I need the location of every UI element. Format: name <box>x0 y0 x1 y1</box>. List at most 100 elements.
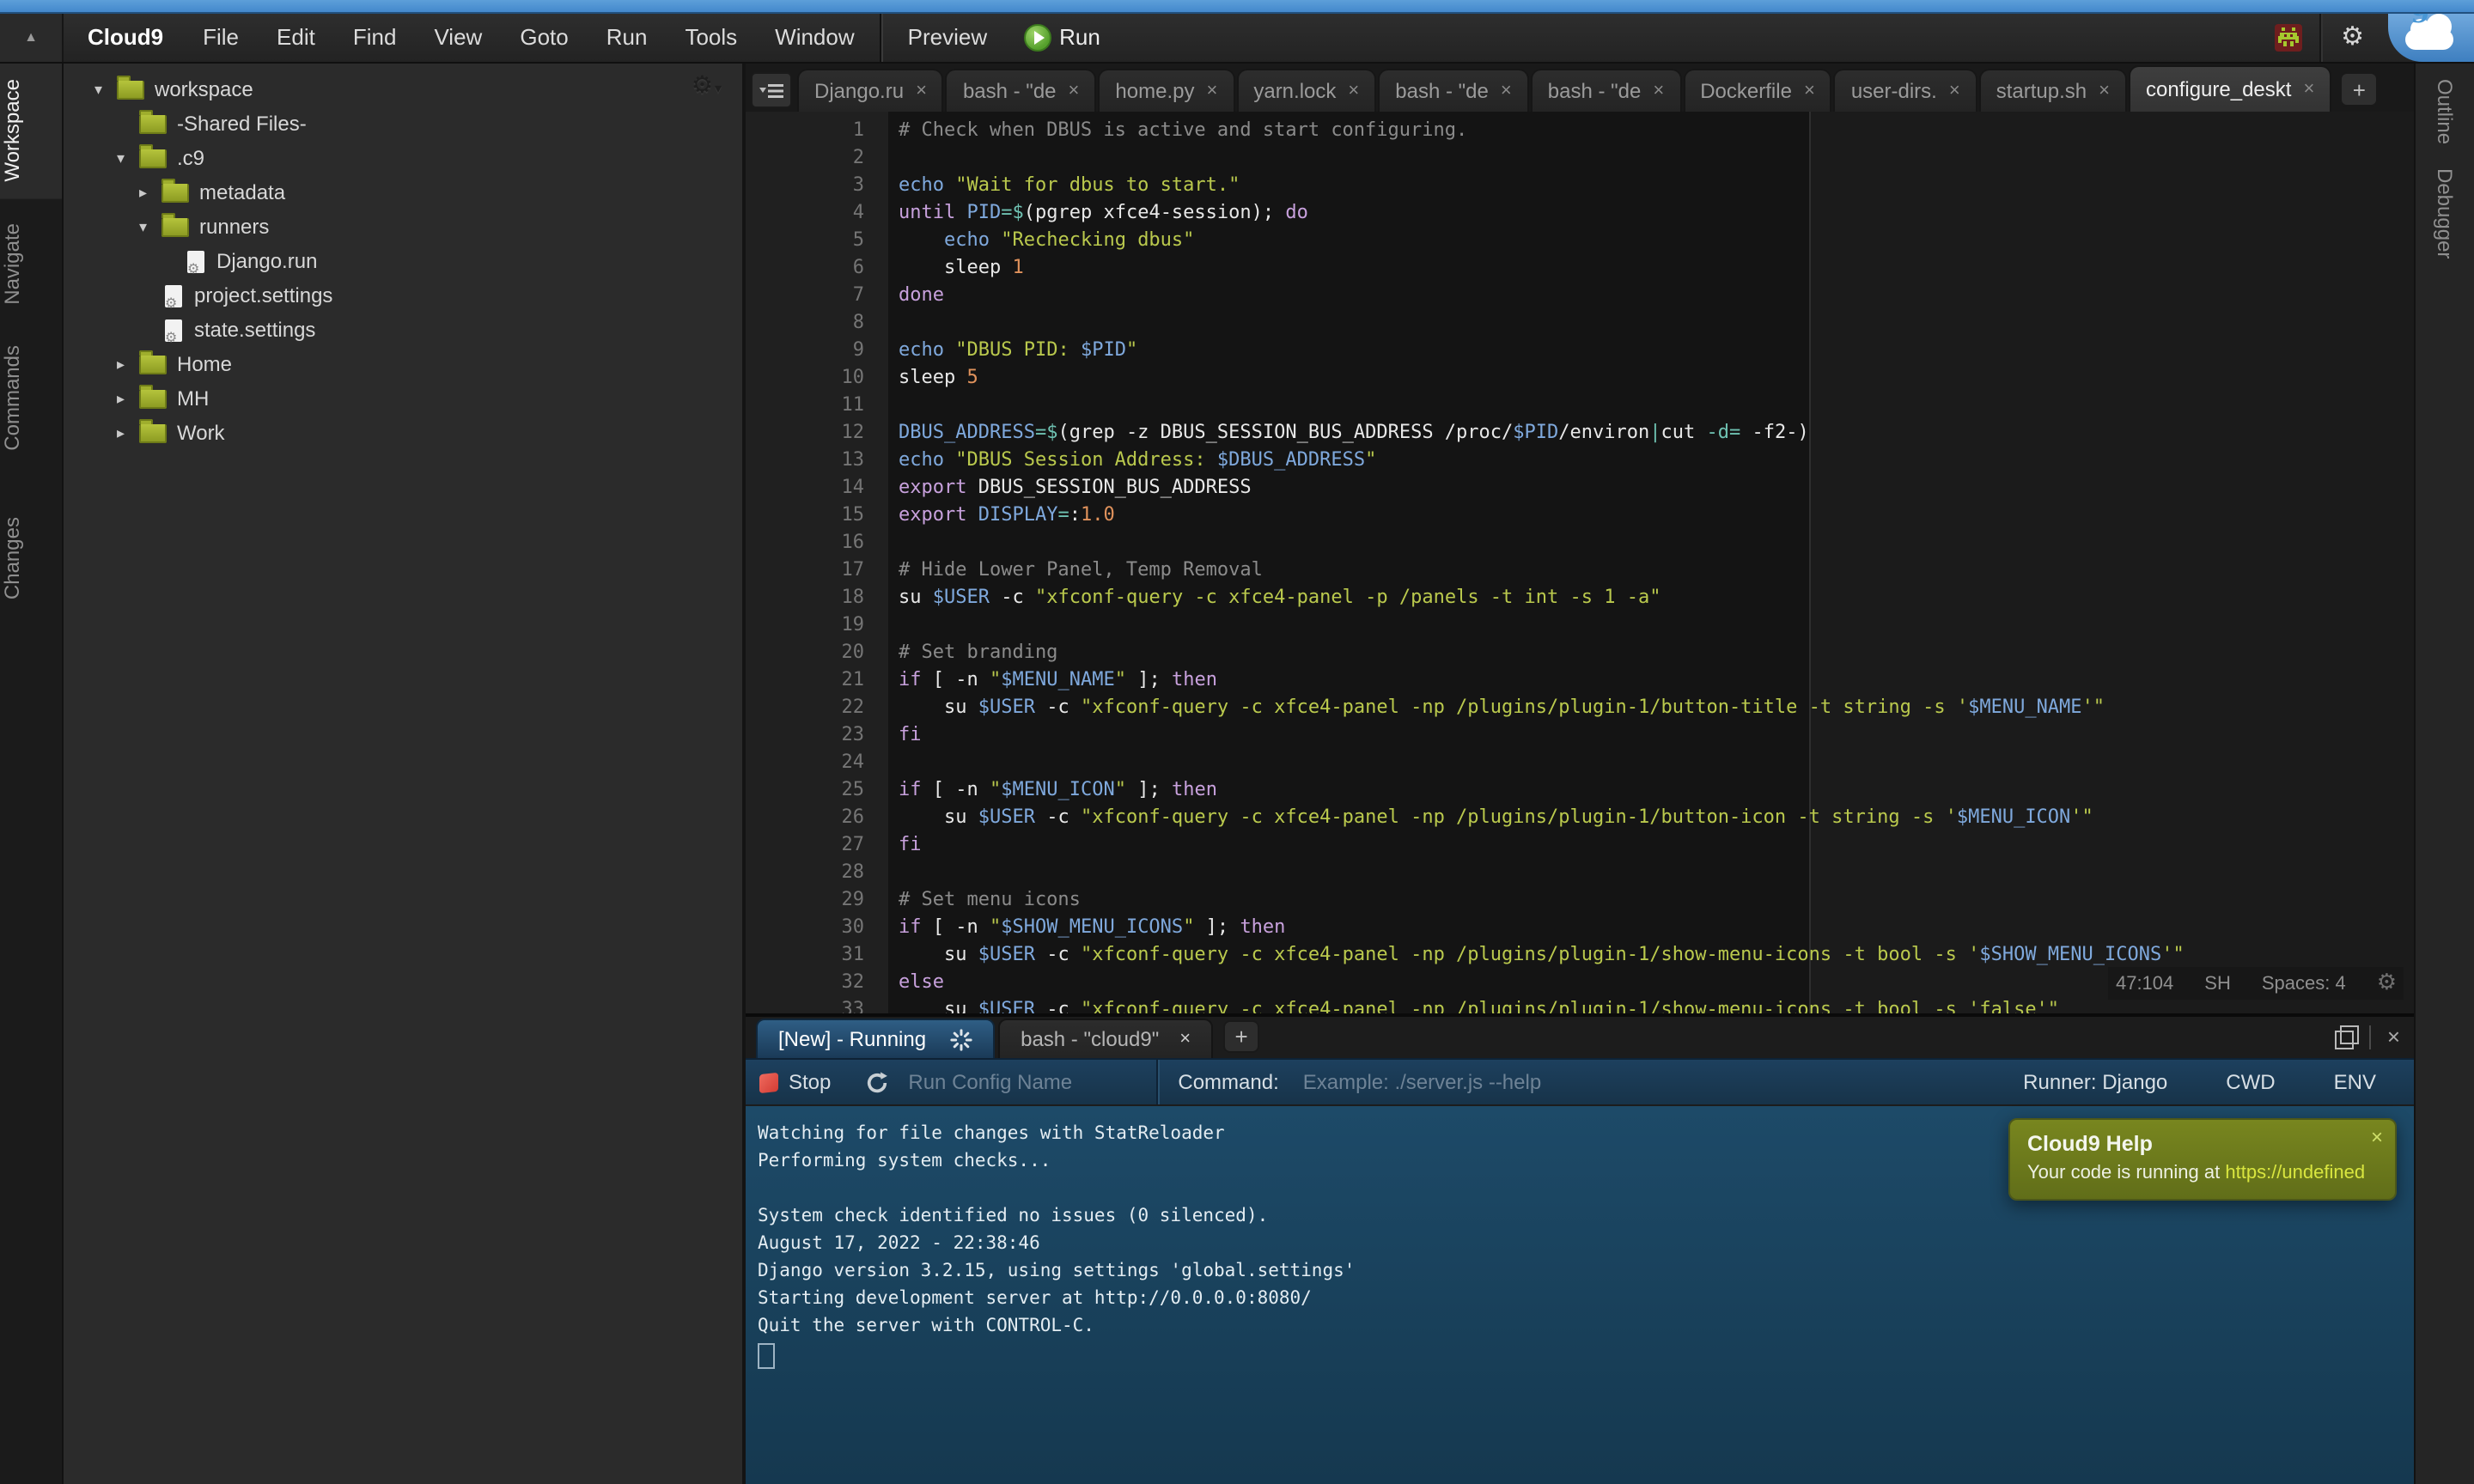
close-tab-icon[interactable]: × <box>1804 81 1815 101</box>
console-tab-new-running[interactable]: [New] - Running <box>756 1019 995 1058</box>
close-tab-icon[interactable]: × <box>1653 81 1664 101</box>
maximize-panel-icon[interactable] <box>2336 1030 2355 1049</box>
expand-arrow-icon[interactable]: ▸ <box>117 389 139 408</box>
expand-arrow-icon[interactable]: ▾ <box>94 80 117 99</box>
indent-setting[interactable]: Spaces: 4 <box>2262 973 2346 994</box>
tree-item-runners[interactable]: ▾runners <box>62 210 742 244</box>
close-tab-icon[interactable]: × <box>2303 79 2314 100</box>
command-label: Command: <box>1178 1070 1278 1094</box>
editor-tab-yarn-lock[interactable]: yarn.lock× <box>1236 69 1376 112</box>
editor-tab-bash-de[interactable]: bash - "de× <box>1378 69 1528 112</box>
editor-tab-dockerfile[interactable]: Dockerfile× <box>1683 69 1832 112</box>
tree-item-project-settings[interactable]: ⚙project.settings <box>62 278 742 313</box>
sidebar-tab-commands[interactable]: Commands <box>0 328 62 468</box>
editor-tab-django-ru[interactable]: Django.ru× <box>797 69 944 112</box>
settings-gear-icon[interactable]: ⚙ <box>2319 12 2385 62</box>
close-tab-icon[interactable]: × <box>1348 81 1359 101</box>
new-tab-button[interactable]: + <box>2340 72 2378 106</box>
editor-tab-configure-deskt[interactable]: configure_deskt× <box>2129 65 2331 112</box>
tree-item-home[interactable]: ▸Home <box>62 347 742 381</box>
sidebar-tab-navigate[interactable]: Navigate <box>0 206 62 322</box>
editor-tab-home-py[interactable]: home.py× <box>1098 69 1234 112</box>
line-number: 17 <box>746 556 888 584</box>
console-tab-label: [New] - Running <box>778 1027 926 1051</box>
restart-icon[interactable] <box>865 1071 887 1093</box>
panel-settings-gear-icon[interactable]: ⚙▾ <box>692 72 722 100</box>
stop-icon <box>759 1072 778 1092</box>
expand-arrow-icon[interactable]: ▸ <box>117 355 139 374</box>
help-popup-close-icon[interactable]: × <box>2371 1125 2383 1149</box>
menu-item-edit[interactable]: Edit <box>258 12 334 62</box>
debugger-bug-icon[interactable] <box>2274 23 2301 51</box>
console-new-tab-button[interactable]: + <box>1223 1020 1259 1053</box>
code-line: echo "Wait for dbus to start." <box>888 172 2414 199</box>
runner-selector[interactable]: Runner: Django <box>2023 1070 2167 1094</box>
editor-tab-bash-de[interactable]: bash - "de× <box>946 69 1096 112</box>
menu-item-run[interactable]: Run <box>588 12 667 62</box>
tree-item-work[interactable]: ▸Work <box>62 416 742 450</box>
sidebar-tab-workspace[interactable]: Workspace <box>0 62 62 199</box>
menu-item-file[interactable]: File <box>184 12 258 62</box>
sidebar-tab-changes[interactable]: Changes <box>0 499 62 616</box>
tree-item-shared-files[interactable]: -Shared Files- <box>62 106 742 141</box>
right-rail-tab-debugger[interactable]: Debugger <box>2433 168 2457 258</box>
editor-tab-bash-de[interactable]: bash - "de× <box>1531 69 1681 112</box>
run-button[interactable]: Run <box>1006 23 1118 51</box>
expand-arrow-icon[interactable]: ▸ <box>139 183 161 202</box>
console-tab-label: bash - "cloud9" <box>1021 1027 1159 1051</box>
terminal-line: Django version 3.2.15, using settings 'g… <box>758 1257 2414 1285</box>
right-rail-tab-outline[interactable]: Outline <box>2433 79 2457 144</box>
cursor-position[interactable]: 47:104 <box>2116 973 2173 994</box>
menu-item-tools[interactable]: Tools <box>666 12 756 62</box>
tab-list-button[interactable] <box>751 72 792 108</box>
status-gear-icon[interactable]: ⚙ <box>2377 970 2397 996</box>
code-line: echo "Rechecking dbus" <box>888 227 2414 254</box>
tree-item-metadata[interactable]: ▸metadata <box>62 175 742 210</box>
env-button[interactable]: ENV <box>2334 1070 2376 1094</box>
gutter[interactable]: 1234567891011121314151617181920212223242… <box>746 112 888 1013</box>
running-url-link[interactable]: https://undefined <box>2225 1163 2365 1183</box>
folder-icon <box>139 355 167 374</box>
expand-arrow-icon[interactable]: ▾ <box>139 217 161 236</box>
tree-item-state-settings[interactable]: ⚙state.settings <box>62 313 742 347</box>
tree-item-mh[interactable]: ▸MH <box>62 381 742 416</box>
run-config-input[interactable] <box>905 1068 1135 1096</box>
close-tab-icon[interactable]: × <box>2099 81 2110 101</box>
command-input[interactable] <box>1300 1068 1650 1096</box>
editor-tab-label: user-dirs. <box>1851 79 1937 103</box>
close-tab-icon[interactable]: × <box>1069 81 1080 101</box>
close-tab-icon[interactable]: × <box>916 81 927 101</box>
close-tab-icon[interactable]: × <box>1501 81 1512 101</box>
menu-item-window[interactable]: Window <box>756 12 874 62</box>
cwd-button[interactable]: CWD <box>2226 1070 2275 1094</box>
tree-item-django-run[interactable]: ⚙Django.run <box>62 244 742 278</box>
tree-item-c9[interactable]: ▾ .c9 <box>62 141 742 175</box>
stop-button[interactable]: Stop <box>746 1070 848 1094</box>
tree-item-label: .c9 <box>177 146 204 170</box>
collapse-menubar-button[interactable]: ▲ <box>0 12 64 62</box>
close-tab-icon[interactable]: × <box>1179 1029 1191 1049</box>
close-tab-icon[interactable]: × <box>1949 81 1960 101</box>
console-tab-bash-cloud9[interactable]: bash - "cloud9" × <box>998 1019 1213 1058</box>
tree-item-workspace[interactable]: ▾workspace <box>62 72 742 106</box>
close-panel-icon[interactable]: × <box>2387 1024 2400 1049</box>
expand-arrow-icon[interactable]: ▸ <box>117 423 139 442</box>
expand-arrow-icon[interactable]: ▾ <box>117 149 139 167</box>
file-icon: ⚙ <box>165 284 182 307</box>
close-tab-icon[interactable]: × <box>1206 81 1217 101</box>
syntax-mode[interactable]: SH <box>2204 973 2231 994</box>
editor-tab-user-dirs[interactable]: user-dirs. × <box>1834 69 1977 112</box>
menu-item-find[interactable]: Find <box>334 12 416 62</box>
menu-item-view[interactable]: View <box>415 12 501 62</box>
preview-button[interactable]: Preview <box>889 12 1007 62</box>
code-editor[interactable]: 1234567891011121314151617181920212223242… <box>746 112 2414 1013</box>
menu-cloud9[interactable]: Cloud9 <box>64 24 184 50</box>
code-pane[interactable]: # Check when DBUS is active and start co… <box>888 112 2414 1013</box>
code-line: if [ -n "$MENU_ICON" ]; then <box>888 776 2414 804</box>
menu-item-goto[interactable]: Goto <box>501 12 587 62</box>
editor-tab-startup-sh[interactable]: startup.sh× <box>1979 69 2127 112</box>
code-line: fi <box>888 831 2414 859</box>
line-number: 26 <box>746 804 888 831</box>
code-line: sleep 5 <box>888 364 2414 392</box>
line-number: 19 <box>746 611 888 639</box>
